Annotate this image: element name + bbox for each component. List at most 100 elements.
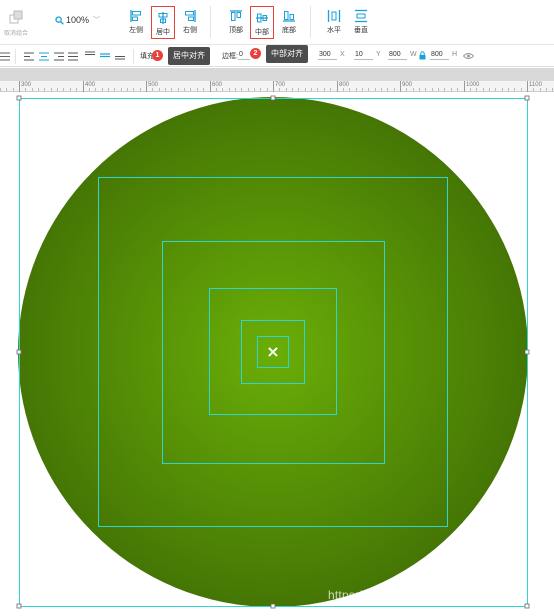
ungroup-icon bbox=[9, 10, 23, 24]
ruler-label: 1000 bbox=[466, 82, 480, 88]
x-position-input[interactable]: 300 bbox=[318, 51, 337, 60]
ruler-minor-tick bbox=[349, 88, 350, 91]
y-position-input[interactable]: 10 bbox=[354, 51, 373, 60]
toolbar-divider bbox=[210, 6, 211, 38]
ruler-minor-tick bbox=[133, 88, 134, 91]
ruler-minor-tick bbox=[394, 88, 395, 91]
align-right-button[interactable]: 右侧 bbox=[178, 5, 202, 35]
distribute-horizontal-label: 水平 bbox=[327, 27, 341, 34]
ruler-minor-tick bbox=[476, 88, 477, 91]
ruler-major-tick bbox=[337, 81, 338, 92]
ruler-minor-tick bbox=[305, 88, 306, 91]
ruler-minor-tick bbox=[260, 88, 261, 91]
resize-handle-bottom-middle[interactable] bbox=[270, 603, 276, 609]
ruler-minor-tick bbox=[432, 88, 433, 91]
ruler-minor-tick bbox=[197, 88, 198, 91]
resize-handle-bottom-left[interactable] bbox=[16, 603, 22, 609]
ruler-label: 900 bbox=[402, 82, 413, 88]
ruler-minor-tick bbox=[419, 88, 420, 91]
ruler-minor-tick bbox=[165, 88, 166, 91]
resize-handle-middle-right[interactable] bbox=[524, 349, 530, 355]
text-align-left-icon[interactable] bbox=[24, 52, 34, 61]
ruler-minor-tick bbox=[425, 88, 426, 91]
resize-handle-top-right[interactable] bbox=[524, 95, 530, 101]
ruler-minor-tick bbox=[102, 88, 103, 91]
valign-top-icon[interactable] bbox=[85, 51, 95, 60]
ruler-minor-tick bbox=[152, 88, 153, 91]
valign-middle-icon[interactable] bbox=[100, 51, 110, 60]
ruler-minor-tick bbox=[13, 88, 14, 91]
ruler-label: 600 bbox=[212, 82, 223, 88]
align-right-label: 右侧 bbox=[183, 27, 197, 34]
ruler-minor-tick bbox=[368, 88, 369, 91]
align-left-button[interactable]: 左侧 bbox=[124, 5, 148, 35]
x-label: X bbox=[340, 51, 345, 58]
ruler-minor-tick bbox=[229, 88, 230, 91]
ruler-minor-tick bbox=[76, 88, 77, 91]
zoom-control[interactable]: 100% ﹀ bbox=[55, 15, 100, 25]
ruler-minor-tick bbox=[311, 88, 312, 91]
border-label: 边框: bbox=[222, 53, 238, 60]
ruler-major-tick bbox=[19, 81, 20, 92]
ruler-minor-tick bbox=[375, 88, 376, 91]
align-top-button[interactable]: 顶部 bbox=[224, 5, 248, 35]
valign-bottom-icon[interactable] bbox=[115, 51, 125, 60]
lock-icon[interactable] bbox=[419, 51, 426, 60]
propbar-divider bbox=[133, 49, 134, 64]
ruler-major-tick bbox=[210, 81, 211, 92]
ruler-label: 400 bbox=[85, 82, 96, 88]
align-center-icon bbox=[158, 12, 168, 24]
resize-handle-top-middle[interactable] bbox=[270, 95, 276, 101]
list-icon[interactable] bbox=[0, 52, 10, 61]
ruler-minor-tick bbox=[190, 88, 191, 91]
ruler-minor-tick bbox=[38, 88, 39, 91]
propbar-divider bbox=[15, 49, 16, 64]
ruler-minor-tick bbox=[438, 88, 439, 91]
ruler-minor-tick bbox=[552, 88, 553, 91]
ruler-minor-tick bbox=[546, 88, 547, 91]
step-badge-2: 2 bbox=[250, 48, 261, 59]
align-center-button[interactable]: 居中 bbox=[151, 6, 175, 39]
width-input[interactable]: 800 bbox=[388, 51, 407, 60]
horizontal-ruler[interactable]: 300 400 500 600 700 800 900 1000 1100 bbox=[0, 81, 554, 92]
ruler-minor-tick bbox=[317, 88, 318, 91]
align-bottom-icon bbox=[283, 11, 295, 22]
align-middle-tooltip: 中部对齐 bbox=[266, 45, 308, 63]
resize-handle-bottom-right[interactable] bbox=[524, 603, 530, 609]
align-right-icon bbox=[185, 10, 196, 22]
ruler-minor-tick bbox=[121, 88, 122, 91]
ruler-label: 800 bbox=[339, 82, 350, 88]
ungroup-button[interactable]: 取消组合 bbox=[2, 10, 30, 37]
text-align-center-icon[interactable] bbox=[39, 52, 49, 61]
ruler-minor-tick bbox=[108, 88, 109, 91]
chevron-down-icon: ﹀ bbox=[93, 17, 101, 24]
ruler-minor-tick bbox=[457, 88, 458, 91]
resize-handle-middle-left[interactable] bbox=[16, 349, 22, 355]
ruler-minor-tick bbox=[184, 88, 185, 91]
ruler-minor-tick bbox=[413, 88, 414, 91]
eye-icon[interactable] bbox=[463, 52, 474, 60]
align-middle-label: 中部 bbox=[255, 29, 269, 36]
ruler-major-tick bbox=[273, 81, 274, 92]
toolbar-divider bbox=[310, 6, 311, 38]
height-input[interactable]: 800 bbox=[430, 51, 449, 60]
ruler-minor-tick bbox=[140, 88, 141, 91]
distribute-horizontal-button[interactable]: 水平 bbox=[322, 5, 346, 35]
align-bottom-button[interactable]: 底部 bbox=[277, 5, 301, 35]
border-width-input[interactable]: 0 bbox=[238, 51, 250, 60]
distribute-vertical-button[interactable]: 垂直 bbox=[349, 5, 373, 35]
ruler-minor-tick bbox=[483, 88, 484, 91]
text-justify-icon[interactable] bbox=[68, 52, 78, 61]
ruler-minor-tick bbox=[540, 88, 541, 91]
h-label: H bbox=[452, 51, 458, 58]
align-left-icon bbox=[130, 10, 141, 22]
align-middle-button[interactable]: 中部 bbox=[250, 6, 274, 39]
ruler-minor-tick bbox=[95, 88, 96, 91]
ruler-minor-tick bbox=[356, 88, 357, 91]
align-bottom-label: 底部 bbox=[282, 27, 296, 34]
design-canvas[interactable]: × bbox=[0, 92, 554, 616]
resize-handle-top-left[interactable] bbox=[16, 95, 22, 101]
text-align-right-icon[interactable] bbox=[54, 52, 64, 61]
ruler-minor-tick bbox=[235, 88, 236, 91]
ruler-minor-tick bbox=[63, 88, 64, 91]
